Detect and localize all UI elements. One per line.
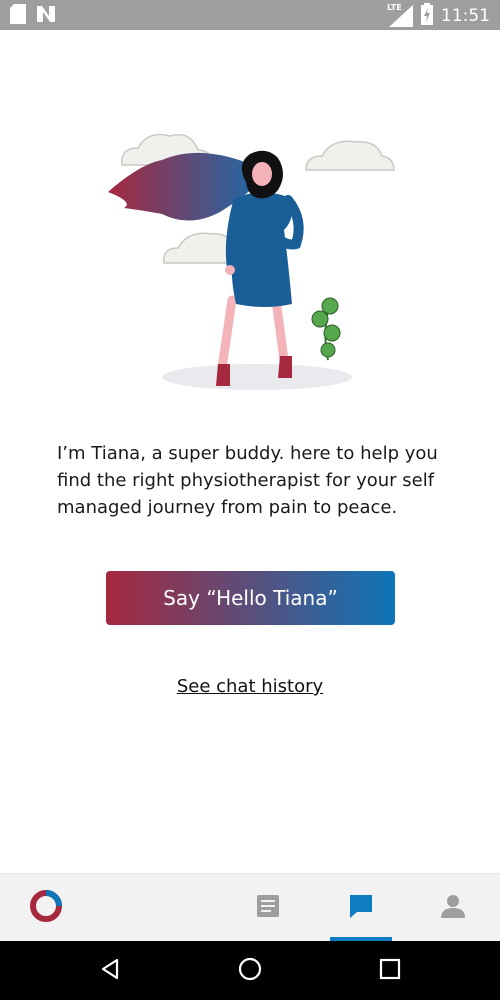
bottom-nav [0,873,500,942]
chat-history-link-row: See chat history [0,676,500,697]
nav-articles[interactable] [238,874,298,942]
plant [311,297,341,361]
signal-icon: LTE [387,3,413,27]
status-time: 11:51 [441,6,490,26]
system-recents-button[interactable] [360,941,420,1000]
sd-card-icon [10,4,26,28]
intro-text: I’m Tiana, a super buddy. here to help y… [57,443,438,518]
system-back-button[interactable] [80,941,140,1000]
profile-icon [441,894,465,922]
cloud-right [305,140,395,171]
ground-shadow [162,364,352,390]
document-icon [257,895,279,921]
home-icon [238,957,262,985]
notification-n-icon [36,4,56,28]
see-chat-history-link[interactable]: See chat history [177,676,323,697]
app-logo-icon [29,889,63,927]
recents-icon [379,958,401,984]
system-home-button[interactable] [220,941,280,1000]
nav-home[interactable] [16,874,76,942]
hero-illustration [100,120,400,400]
system-navigation-bar [0,941,500,1000]
status-bar: LTE 11:51 [0,0,500,30]
back-icon [99,958,121,984]
nav-profile[interactable] [423,874,483,942]
network-label: LTE [387,3,402,12]
chat-bubble-icon [348,893,374,923]
battery-charging-icon [421,3,433,29]
say-hello-tiana-button[interactable]: Say “Hello Tiana” [106,571,395,625]
nav-chat[interactable] [330,874,392,942]
